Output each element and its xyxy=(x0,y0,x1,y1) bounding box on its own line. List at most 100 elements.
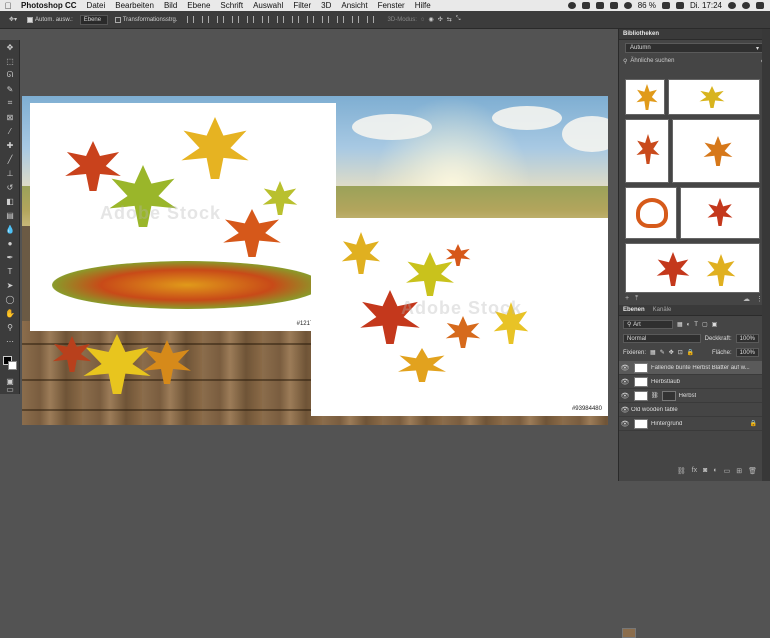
blur-tool-button[interactable]: 💧 xyxy=(0,222,20,236)
new-layer-icon[interactable]: ⊞ xyxy=(736,467,742,475)
auto-align-icon[interactable] xyxy=(366,16,374,23)
clone-stamp-tool-button[interactable]: ⊥ xyxy=(0,166,20,180)
menu-bearbeiten[interactable]: Bearbeiten xyxy=(110,1,159,10)
add-icon[interactable]: + xyxy=(625,295,629,302)
flag-icon[interactable] xyxy=(675,2,684,9)
library-thumbnail[interactable] xyxy=(625,119,669,183)
screen-mode-button[interactable]: ▭ xyxy=(0,382,20,396)
3d-pan-icon[interactable]: ✣ xyxy=(438,16,443,23)
fill-input[interactable]: 100% xyxy=(735,348,759,357)
opacity-input[interactable]: 100% xyxy=(735,334,759,343)
creative-cloud-icon[interactable] xyxy=(567,2,576,9)
distribute-right-icon[interactable] xyxy=(351,16,359,23)
layer-name[interactable]: Old wooden table xyxy=(631,407,678,413)
move-tool-icon[interactable]: ✥▾ xyxy=(6,15,20,25)
filter-pixel-icon[interactable]: ▦ xyxy=(677,321,683,328)
distribute-top-icon[interactable] xyxy=(276,16,284,23)
background-color-swatch[interactable] xyxy=(8,361,17,370)
chain-link-icon[interactable]: ⛓ xyxy=(651,392,659,399)
layer-name[interactable]: Herbst xyxy=(679,393,697,399)
library-thumbnail[interactable] xyxy=(680,187,760,239)
library-select[interactable]: Autumn ▾ xyxy=(625,43,764,53)
visibility-eye-icon[interactable]: 👁 xyxy=(619,364,631,372)
lock-artboard-icon[interactable]: ⊡ xyxy=(678,349,683,356)
menu-hilfe[interactable]: Hilfe xyxy=(410,1,436,10)
new-group-icon[interactable]: ▭ xyxy=(724,467,731,475)
distribute-bottom-icon[interactable] xyxy=(306,16,314,23)
path-selection-tool-button[interactable]: ➤ xyxy=(0,278,20,292)
library-search[interactable]: ⚲ Ähnliche suchen ⚙ xyxy=(623,56,766,66)
dropbox-icon[interactable] xyxy=(595,2,604,9)
layer-style-icon[interactable]: fx xyxy=(692,467,697,474)
frame-tool-button[interactable]: ⊠ xyxy=(0,110,20,124)
menu-ebene[interactable]: Ebene xyxy=(182,1,215,10)
menu-fenster[interactable]: Fenster xyxy=(373,1,410,10)
layer-row[interactable]: 👁 Hintergrund 🔒 xyxy=(619,417,763,431)
layer-name[interactable]: Hintergrund xyxy=(651,421,682,427)
menu-3d[interactable]: 3D xyxy=(316,1,336,10)
eyedropper-tool-button[interactable]: ⁄ xyxy=(0,124,20,138)
dodge-tool-button[interactable]: ● xyxy=(0,236,20,250)
menu-app-name[interactable]: Photoshop CC xyxy=(16,1,82,10)
lock-all-icon[interactable]: 🔒 xyxy=(687,349,694,356)
crop-tool-button[interactable]: ⌗ xyxy=(0,96,20,110)
brush-tool-button[interactable]: ╱ xyxy=(0,152,20,166)
filter-smart-object-icon[interactable]: ▣ xyxy=(712,321,718,328)
visibility-eye-icon[interactable]: 👁 xyxy=(619,406,631,414)
spotlight-search-icon[interactable] xyxy=(728,2,736,9)
tab-channels[interactable]: Kanäle xyxy=(653,307,672,313)
menu-schrift[interactable]: Schrift xyxy=(215,1,248,10)
distribute-hcenter-icon[interactable] xyxy=(336,16,344,23)
notification-center-icon[interactable] xyxy=(756,2,764,9)
align-hcenter-icon[interactable] xyxy=(246,16,254,23)
apple-icon[interactable]:  xyxy=(0,1,16,11)
library-thumbnail[interactable] xyxy=(668,79,760,115)
marquee-tool-button[interactable]: ⬚ xyxy=(0,54,20,68)
align-right-icon[interactable] xyxy=(261,16,269,23)
camera-icon[interactable] xyxy=(581,2,590,9)
move-tool-button[interactable]: ✥ xyxy=(0,40,20,54)
layer-row[interactable]: 👁 Old wooden table xyxy=(619,403,763,638)
visibility-eye-icon[interactable]: 👁 xyxy=(619,392,631,400)
lock-position-icon[interactable]: ✥ xyxy=(669,349,674,356)
upload-icon[interactable]: ⤒ xyxy=(635,295,638,303)
visibility-eye-icon[interactable]: 👁 xyxy=(619,420,631,428)
blend-mode-select[interactable]: Normal xyxy=(623,334,701,343)
menu-datei[interactable]: Datei xyxy=(82,1,111,10)
align-top-icon[interactable] xyxy=(186,16,194,23)
layer-filter-kind[interactable]: ⚲ Art xyxy=(623,320,673,329)
3d-rotate-icon[interactable]: ◌ xyxy=(421,17,425,23)
align-left-icon[interactable] xyxy=(231,16,239,23)
wifi-icon[interactable] xyxy=(623,2,632,9)
visibility-eye-icon[interactable]: 👁 xyxy=(619,378,631,386)
stock-image-falling-leaves[interactable]: Adobe Stock #121793333 xyxy=(30,103,336,331)
battery-icon[interactable] xyxy=(661,2,670,9)
panel-collapse-strip[interactable] xyxy=(762,29,770,481)
lasso-tool-button[interactable]: ᘏ xyxy=(0,68,20,82)
zoom-tool-button[interactable]: ⚲ xyxy=(0,320,20,334)
type-tool-button[interactable]: T xyxy=(0,264,20,278)
library-thumbnail[interactable] xyxy=(625,79,665,115)
layer-row[interactable]: 👁 ⛓ Herbst xyxy=(619,389,763,403)
link-layers-icon[interactable]: ⛓ xyxy=(677,467,686,475)
sync-icon[interactable] xyxy=(609,2,618,9)
menu-filter[interactable]: Filter xyxy=(288,1,316,10)
lock-image-icon[interactable]: ✎ xyxy=(660,349,665,356)
align-vcenter-icon[interactable] xyxy=(201,16,209,23)
layer-row[interactable]: 👁 Herbstlaub xyxy=(619,375,763,389)
shape-tool-button[interactable]: ◯ xyxy=(0,292,20,306)
user-avatar-icon[interactable] xyxy=(742,2,750,9)
stock-image-autumn-leaves[interactable]: Adobe Stock #93984480 xyxy=(311,218,608,416)
tab-layers[interactable]: Ebenen xyxy=(623,307,645,313)
cloud-sync-icon[interactable]: ☁ xyxy=(743,295,750,303)
distribute-left-icon[interactable] xyxy=(321,16,329,23)
filter-shape-icon[interactable]: ▢ xyxy=(702,321,708,328)
auto-select-checkbox[interactable]: Autom. ausw.: xyxy=(24,15,76,25)
trash-icon[interactable]: 🗑 xyxy=(748,467,757,475)
3d-roll-icon[interactable]: ◉ xyxy=(428,16,433,23)
filter-type-icon[interactable]: T xyxy=(694,322,698,328)
eraser-tool-button[interactable]: ◧ xyxy=(0,194,20,208)
library-thumbnail[interactable] xyxy=(625,187,677,239)
filter-adjustment-icon[interactable]: ◐ xyxy=(687,322,691,328)
distribute-vcenter-icon[interactable] xyxy=(291,16,299,23)
